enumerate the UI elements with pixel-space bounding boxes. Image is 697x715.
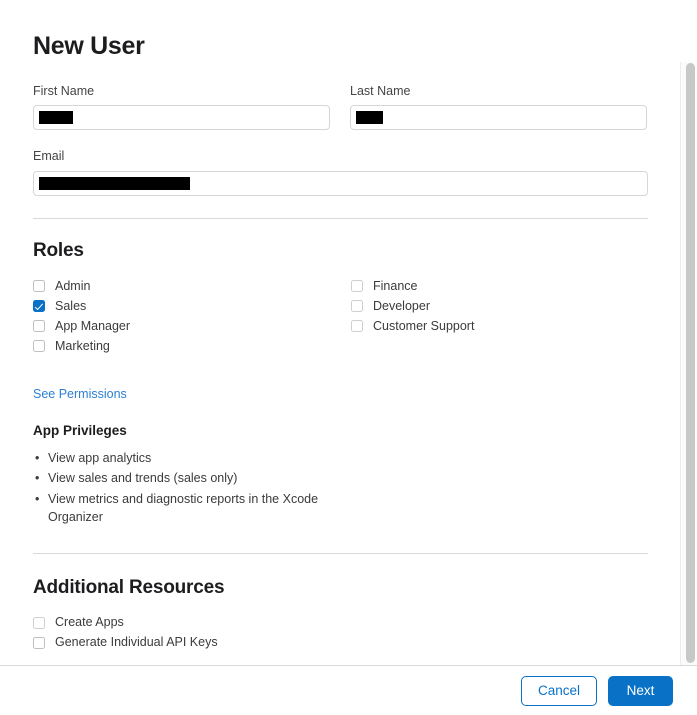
app-privileges-heading: App Privileges: [33, 422, 127, 438]
role-label: Sales: [55, 298, 87, 313]
resource-label: Create Apps: [55, 615, 124, 630]
checkbox-icon[interactable]: [33, 616, 45, 629]
new-user-form-page: New User First Name Last Name Email Role…: [0, 0, 697, 715]
role-label: App Manager: [55, 318, 131, 333]
additional-resources-heading: Additional Resources: [33, 576, 225, 598]
list-item: View sales and trends (sales only): [33, 469, 333, 488]
role-label: Marketing: [55, 338, 110, 353]
checkbox-icon[interactable]: [351, 299, 363, 312]
roles-right-column: Finance Developer Customer Support: [351, 276, 648, 356]
vertical-scrollbar-thumb[interactable]: [686, 63, 695, 663]
page-title: New User: [33, 32, 145, 60]
role-label: Developer: [373, 298, 430, 313]
last-name-redacted-value: [356, 111, 383, 125]
checkbox-icon[interactable]: [351, 279, 363, 292]
last-name-field-group: Last Name: [350, 83, 647, 131]
last-name-input[interactable]: [350, 105, 647, 131]
checkbox-icon[interactable]: [33, 279, 45, 292]
roles-left-column: Admin Sales App Manager Marketing: [33, 276, 351, 356]
list-item: View app analytics: [33, 449, 333, 468]
role-label: Customer Support: [373, 318, 475, 333]
checkbox-icon[interactable]: [33, 636, 45, 649]
scroll-area: New User First Name Last Name Email Role…: [0, 0, 697, 665]
additional-resources-checkbox-group: Create Apps Generate Individual API Keys: [33, 613, 697, 653]
name-field-row: First Name Last Name: [33, 83, 648, 131]
form-footer: Cancel Next: [0, 665, 697, 715]
checkbox-icon[interactable]: [33, 319, 45, 332]
role-checkbox-developer[interactable]: Developer: [351, 296, 648, 316]
resource-checkbox-generate-api-keys[interactable]: Generate Individual API Keys: [33, 633, 697, 653]
first-name-field-group: First Name: [33, 83, 330, 131]
first-name-input[interactable]: [33, 105, 330, 131]
divider-additional-resources: [33, 552, 648, 554]
checkbox-icon[interactable]: [33, 339, 45, 352]
email-input[interactable]: [33, 171, 648, 196]
role-checkbox-finance[interactable]: Finance: [351, 276, 648, 296]
first-name-redacted-value: [39, 111, 73, 125]
role-checkbox-admin[interactable]: Admin: [33, 276, 351, 296]
form-content: New User First Name Last Name Email Role…: [0, 0, 697, 665]
email-field-group: Email: [33, 149, 648, 196]
email-label: Email: [33, 149, 65, 164]
first-name-label: First Name: [33, 83, 95, 98]
resource-label: Generate Individual API Keys: [55, 635, 218, 650]
see-permissions-link[interactable]: See Permissions: [33, 387, 127, 401]
email-redacted-value: [39, 177, 190, 190]
last-name-label: Last Name: [350, 83, 411, 98]
list-item: View metrics and diagnostic reports in t…: [33, 490, 333, 527]
role-label: Finance: [373, 278, 418, 293]
roles-heading: Roles: [33, 240, 84, 261]
role-label: Admin: [55, 278, 91, 293]
checkbox-icon[interactable]: [351, 319, 363, 332]
divider-roles: [33, 218, 648, 219]
next-button[interactable]: Next: [608, 675, 673, 706]
role-checkbox-app-manager[interactable]: App Manager: [33, 316, 351, 336]
checkbox-checked-icon[interactable]: [33, 299, 45, 312]
app-privileges-list: View app analytics View sales and trends…: [33, 449, 333, 527]
cancel-button[interactable]: Cancel: [520, 675, 597, 706]
role-checkbox-customer-support[interactable]: Customer Support: [351, 316, 648, 336]
roles-checkbox-grid: Admin Sales App Manager Marketing Financ…: [33, 276, 648, 356]
resource-checkbox-create-apps[interactable]: Create Apps: [33, 613, 697, 633]
role-checkbox-sales[interactable]: Sales: [33, 296, 351, 316]
role-checkbox-marketing[interactable]: Marketing: [33, 336, 351, 356]
